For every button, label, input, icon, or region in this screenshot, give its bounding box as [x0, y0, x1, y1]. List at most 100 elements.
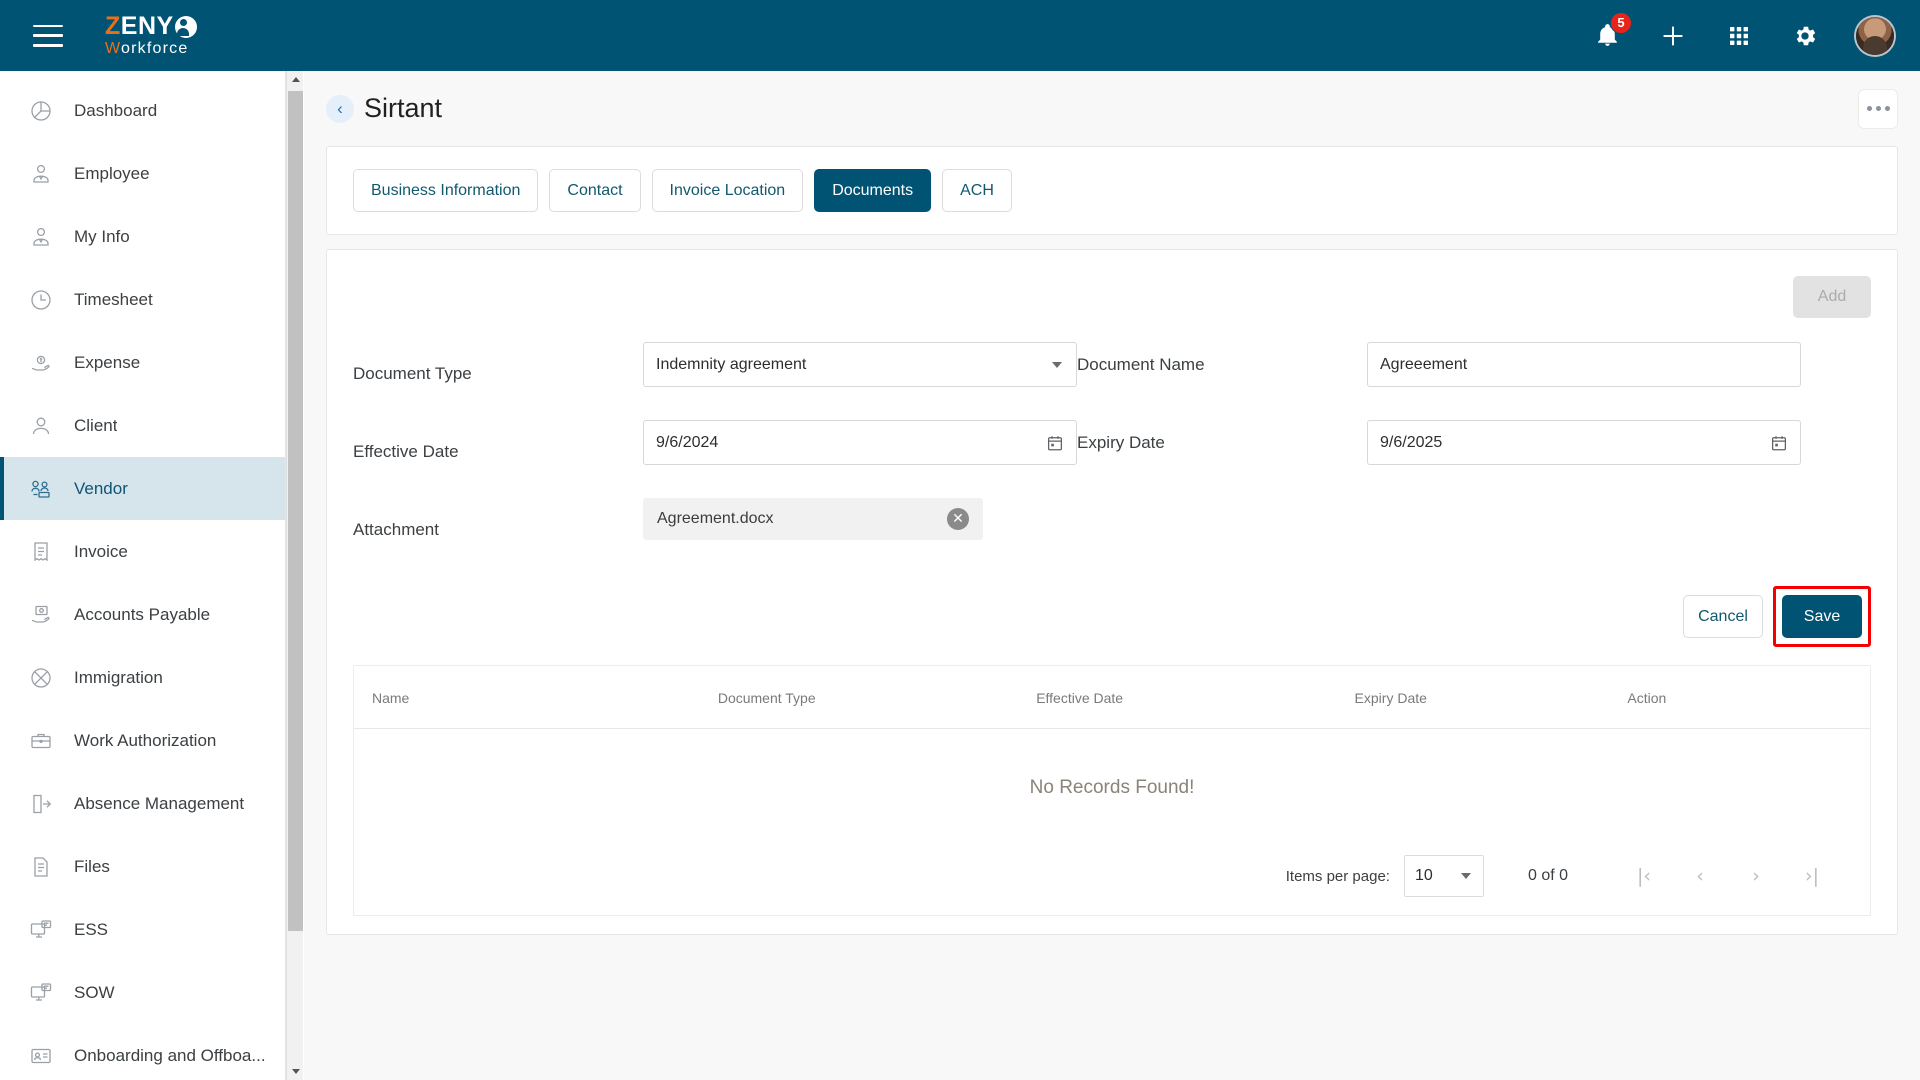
grid-apps-icon[interactable]	[1724, 21, 1754, 51]
my-info-icon	[28, 224, 54, 250]
attachment-label: Attachment	[353, 520, 439, 539]
sidebar-item-absence-management[interactable]: Absence Management	[0, 772, 285, 835]
next-page-icon[interactable]: ›	[1728, 856, 1784, 896]
exit-door-icon	[28, 791, 54, 817]
add-row: Add	[327, 276, 1897, 318]
document-type-select[interactable]: Indemnity agreement	[643, 342, 1077, 387]
sidebar-item-label: Immigration	[74, 667, 163, 687]
sidebar-item-label: Vendor	[74, 478, 128, 498]
tab-invoice-location[interactable]: Invoice Location	[651, 169, 804, 212]
sidebar-item-dashboard[interactable]: Dashboard	[0, 79, 285, 142]
cancel-button[interactable]: Cancel	[1683, 595, 1763, 638]
expiry-date-input[interactable]: 9/6/2025	[1367, 420, 1801, 465]
document-type-field: Indemnity agreement	[643, 342, 1077, 420]
document-name-input[interactable]: Agreeement	[1367, 342, 1801, 387]
user-avatar[interactable]	[1856, 16, 1894, 55]
sidebar-item-invoice[interactable]: Invoice	[0, 520, 285, 583]
sidebar-item-label: SOW	[74, 982, 115, 1002]
chevron-down-icon[interactable]	[1460, 873, 1471, 879]
expiry-date-group: Expiry Date 9/6/2025	[1077, 420, 1871, 498]
chevron-down-icon[interactable]	[1052, 361, 1062, 368]
sidebar-item-accounts-payable[interactable]: Accounts Payable	[0, 583, 285, 646]
calendar-icon[interactable]	[1046, 434, 1064, 452]
document-type-label: Document Type	[353, 364, 472, 383]
sidebar-item-employee[interactable]: Employee	[0, 142, 285, 205]
table-empty-row: No Records Found!	[354, 729, 1870, 846]
close-circle-icon[interactable]: ✕	[947, 508, 969, 530]
sidebar-item-label: Absence Management	[74, 793, 245, 813]
person-icon	[28, 413, 54, 439]
plus-icon[interactable]	[1658, 21, 1688, 51]
gear-icon[interactable]	[1790, 21, 1820, 51]
sidebar-item-files[interactable]: Files	[0, 835, 285, 898]
items-per-page-value: 10	[1414, 867, 1433, 884]
sidebar-item-label: Dashboard	[74, 100, 158, 120]
sidebar-item-label: Onboarding and Offboa...	[74, 1045, 266, 1065]
items-per-page-select[interactable]: 10	[1403, 855, 1484, 897]
sidebar-item-expense[interactable]: Expense	[0, 331, 285, 394]
self-service-icon	[28, 917, 54, 943]
brand-sub-first: W	[105, 40, 122, 57]
sidebar-item-timesheet[interactable]: Timesheet	[0, 268, 285, 331]
scroll-up-arrow-icon[interactable]	[287, 71, 304, 88]
attachment-spacer	[1077, 498, 1871, 576]
hamburger-icon[interactable]	[33, 24, 63, 47]
sidebar-item-label: Employee	[74, 163, 150, 183]
brand-name: ENY	[120, 12, 174, 40]
sidebar-scrollbar[interactable]	[286, 71, 303, 1080]
sidebar-item-client[interactable]: Client	[0, 394, 285, 457]
sidebar-item-vendor[interactable]: Vendor	[0, 457, 285, 520]
sidebar-item-ess[interactable]: ESS	[0, 898, 285, 961]
table-header-row: Name Document Type Effective Date Expiry…	[354, 666, 1870, 729]
sidebar-item-label: Client	[74, 415, 118, 435]
tab-bar: Business Information Contact Invoice Loc…	[353, 169, 1871, 212]
expiry-date-label: Expiry Date	[1077, 433, 1165, 452]
sidebar-item-label: Files	[74, 856, 110, 876]
appbar-actions: 5	[1592, 11, 1894, 55]
scrollbar-thumb[interactable]	[288, 91, 303, 931]
save-button[interactable]: Save	[1782, 595, 1862, 638]
sidebar-item-immigration[interactable]: Immigration	[0, 646, 285, 709]
sidebar-item-onboarding-and-offboarding[interactable]: Onboarding and Offboa...	[0, 1024, 285, 1080]
pagination-range-label: 0 of 0	[1527, 867, 1568, 884]
attachment-chip[interactable]: Agreement.docx ✕	[643, 498, 983, 540]
column-document-type: Document Type	[717, 666, 1037, 729]
items-per-page-label: Items per page:	[1285, 867, 1390, 885]
briefcase-icon	[28, 728, 54, 754]
invoice-icon	[28, 539, 54, 565]
column-effective-date: Effective Date	[1036, 666, 1355, 729]
effective-date-field: 9/6/2024	[643, 420, 1077, 498]
sidebar-item-label: Expense	[74, 352, 141, 372]
tab-contact[interactable]: Contact	[549, 169, 641, 212]
sidebar-item-label: Work Authorization	[74, 730, 217, 750]
document-icon	[28, 854, 54, 880]
page-header: ‹ Sirtant	[304, 71, 1920, 146]
document-type-value: Indemnity agreement	[656, 355, 807, 373]
chevron-left-icon[interactable]: ‹	[326, 94, 354, 123]
prev-page-icon[interactable]: ‹	[1672, 856, 1728, 896]
calendar-icon[interactable]	[1770, 434, 1788, 452]
kebab-menu-icon[interactable]	[1858, 88, 1898, 129]
brand-sub-rest: orkforce	[121, 40, 189, 57]
brand-mark: Z	[105, 12, 121, 40]
sidebar-item-label: Timesheet	[74, 289, 153, 309]
tab-business-information[interactable]: Business Information	[353, 169, 539, 212]
sidebar-item-work-authorization[interactable]: Work Authorization	[0, 709, 285, 772]
bell-icon[interactable]: 5	[1592, 11, 1632, 51]
effective-date-value: 9/6/2024	[656, 433, 719, 451]
effective-date-input[interactable]: 9/6/2024	[643, 420, 1077, 465]
sidebar-nav-list: Dashboard Employee My Info Timesheet Exp	[0, 71, 285, 1080]
sidebar-item-label: Invoice	[74, 541, 128, 561]
first-page-icon[interactable]: |‹	[1616, 856, 1672, 896]
sidebar-item-sow[interactable]: SOW	[0, 961, 285, 1024]
tab-documents[interactable]: Documents	[814, 169, 932, 212]
scroll-down-arrow-icon[interactable]	[287, 1063, 304, 1080]
document-name-value: Agreeement	[1380, 355, 1468, 373]
tab-ach[interactable]: ACH	[942, 169, 1012, 212]
add-button[interactable]: Add	[1793, 276, 1871, 318]
sidebar-item-my-info[interactable]: My Info	[0, 205, 285, 268]
tabs-card: Business Information Contact Invoice Loc…	[326, 146, 1898, 235]
id-card-icon	[28, 1043, 54, 1069]
last-page-icon[interactable]: ›|	[1784, 856, 1840, 896]
clock-icon	[28, 287, 54, 313]
